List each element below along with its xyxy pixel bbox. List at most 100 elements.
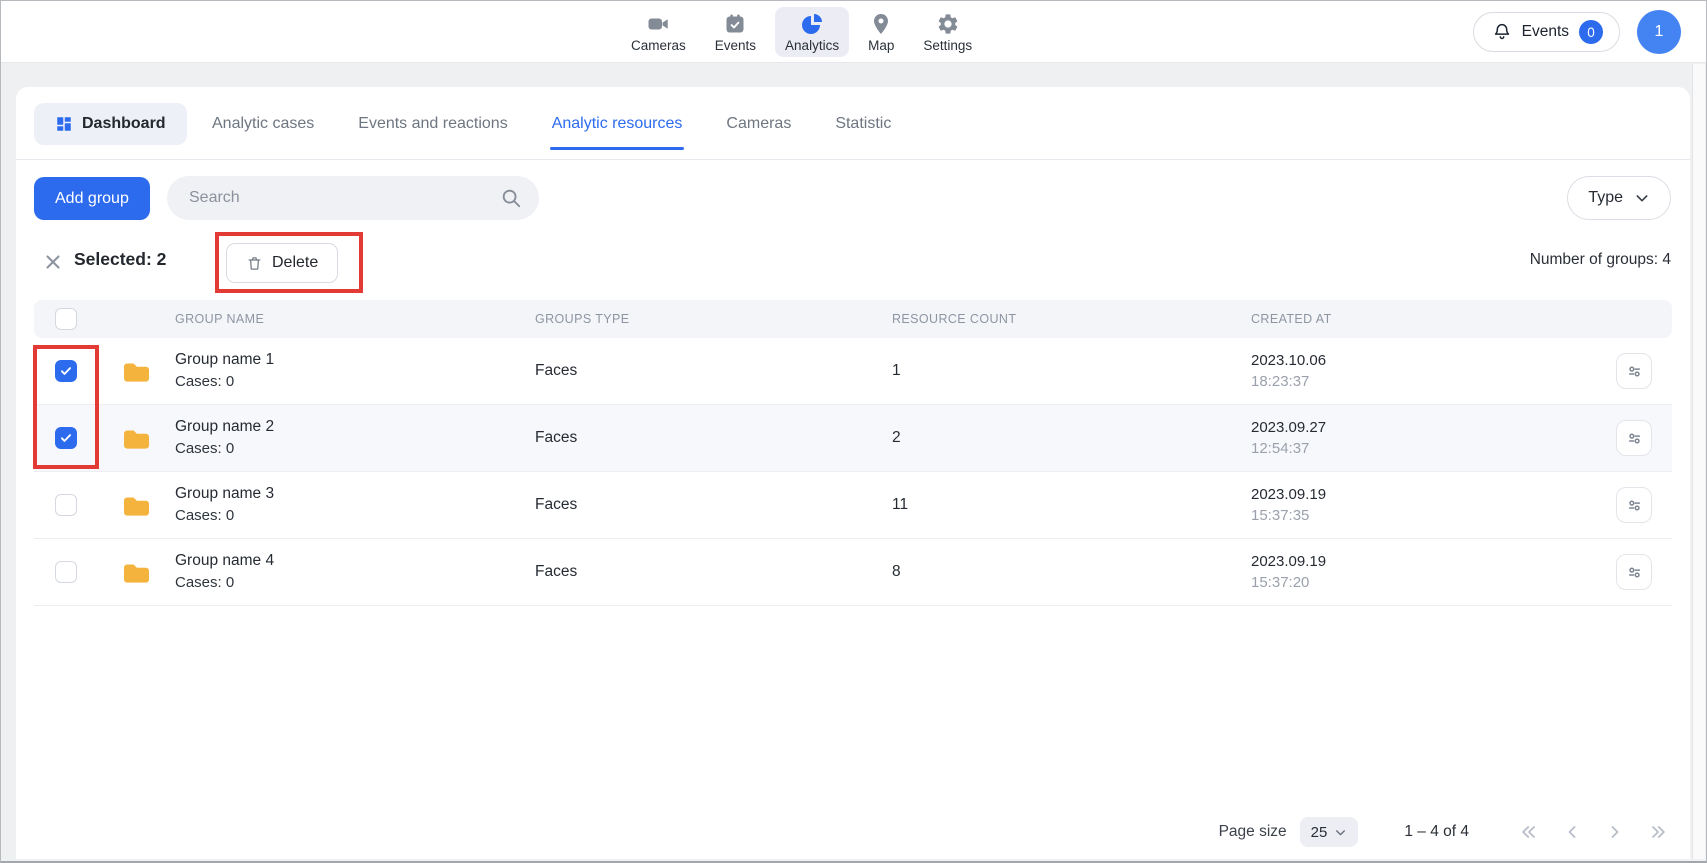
nav-item-analytics[interactable]: Analytics (775, 7, 849, 57)
events-count-badge: 0 (1579, 20, 1603, 44)
search-icon (500, 187, 522, 209)
app-window: Cameras Events Analytics Map Settings Ev… (0, 0, 1707, 863)
group-type: Faces (535, 496, 892, 514)
nav-item-cameras[interactable]: Cameras (621, 7, 696, 57)
dashboard-grid-icon (55, 115, 73, 133)
top-bar: Cameras Events Analytics Map Settings Ev… (1, 1, 1706, 63)
folder-icon (121, 493, 151, 518)
table-row: Group name 3 Cases: 0 Faces 11 2023.09.1… (34, 472, 1672, 539)
vertical-scrollbar[interactable] (1692, 64, 1705, 859)
nav-label: Analytics (785, 38, 839, 53)
sliders-icon (1624, 428, 1645, 449)
nav-item-settings[interactable]: Settings (913, 7, 982, 57)
table-header-row: GROUP NAME GROUPS TYPE RESOURCE COUNT CR… (34, 300, 1672, 338)
trash-icon (246, 255, 263, 272)
nav-label: Map (868, 38, 894, 53)
row-checkbox[interactable] (55, 427, 77, 449)
chevron-down-icon (1334, 826, 1347, 839)
row-settings-button[interactable] (1616, 487, 1652, 523)
folder-icon (121, 359, 151, 384)
events-button-label: Events (1522, 23, 1569, 41)
folder-icon (121, 560, 151, 585)
map-pin-icon (869, 12, 893, 36)
created-date: 2023.09.19 (1251, 484, 1612, 505)
row-settings-button[interactable] (1616, 420, 1652, 456)
table-row: Group name 4 Cases: 0 Faces 8 2023.09.19… (34, 539, 1672, 606)
group-name: Group name 3 (175, 483, 535, 505)
group-type: Faces (535, 362, 892, 380)
resource-count: 11 (892, 496, 1251, 514)
next-page-button[interactable] (1605, 822, 1625, 842)
tab-analytic-resources[interactable]: Analytic resources (552, 115, 683, 133)
nav-label: Settings (923, 38, 972, 53)
dashboard-button-label: Dashboard (82, 115, 166, 133)
group-type: Faces (535, 429, 892, 447)
folder-icon (121, 426, 151, 451)
header-groups-type: GROUPS TYPE (535, 312, 892, 326)
delete-button-label: Delete (272, 254, 318, 272)
tab-events-and-reactions[interactable]: Events and reactions (358, 115, 507, 133)
created-time: 12:54:37 (1251, 438, 1612, 459)
double-chevron-right-icon (1648, 822, 1668, 842)
resource-count: 1 (892, 362, 1251, 380)
page-size-label: Page size (1219, 823, 1287, 841)
group-cases: Cases: 0 (175, 371, 535, 393)
table-row: Group name 1 Cases: 0 Faces 1 2023.10.06… (34, 338, 1672, 405)
type-filter-label: Type (1588, 189, 1623, 207)
sliders-icon (1624, 495, 1645, 516)
created-time: 15:37:35 (1251, 505, 1612, 526)
dashboard-button[interactable]: Dashboard (34, 103, 187, 145)
previous-page-button[interactable] (1562, 822, 1582, 842)
search-input[interactable] (167, 176, 539, 220)
groups-table: GROUP NAME GROUPS TYPE RESOURCE COUNT CR… (34, 300, 1672, 606)
double-chevron-left-icon (1519, 822, 1539, 842)
analytics-pie-icon (800, 12, 824, 36)
row-checkbox[interactable] (55, 494, 77, 516)
select-all-checkbox[interactable] (55, 308, 77, 330)
user-avatar[interactable]: 1 (1637, 10, 1681, 54)
group-cases: Cases: 0 (175, 438, 535, 460)
delete-button[interactable]: Delete (226, 243, 338, 283)
gear-icon (936, 12, 960, 36)
nav-item-events[interactable]: Events (705, 7, 766, 57)
row-settings-button[interactable] (1616, 353, 1652, 389)
check-icon (59, 364, 73, 378)
sliders-icon (1624, 361, 1645, 382)
type-filter-button[interactable]: Type (1567, 176, 1671, 220)
resource-count: 8 (892, 563, 1251, 581)
clear-selection-icon[interactable] (42, 251, 64, 273)
group-type: Faces (535, 563, 892, 581)
tab-cameras[interactable]: Cameras (726, 115, 791, 133)
page-size-value: 25 (1311, 824, 1328, 841)
row-checkbox[interactable] (55, 360, 77, 382)
main-navigation: Cameras Events Analytics Map Settings (621, 7, 982, 57)
events-notifications-button[interactable]: Events 0 (1473, 12, 1620, 52)
resource-count: 2 (892, 429, 1251, 447)
created-date: 2023.10.06 (1251, 350, 1612, 371)
row-checkbox[interactable] (55, 561, 77, 583)
created-date: 2023.09.27 (1251, 417, 1612, 438)
nav-label: Cameras (631, 38, 686, 53)
table-body: Group name 1 Cases: 0 Faces 1 2023.10.06… (34, 338, 1672, 606)
first-page-button[interactable] (1519, 822, 1539, 842)
row-settings-button[interactable] (1616, 554, 1652, 590)
nav-label: Events (715, 38, 756, 53)
chevron-left-icon (1562, 822, 1582, 842)
nav-item-map[interactable]: Map (858, 7, 904, 57)
page-size-select[interactable]: 25 (1300, 817, 1359, 847)
tabs-divider (16, 159, 1690, 160)
add-group-button[interactable]: Add group (34, 177, 150, 220)
check-icon (59, 431, 73, 445)
chevron-down-icon (1634, 190, 1650, 206)
last-page-button[interactable] (1648, 822, 1668, 842)
group-name: Group name 1 (175, 349, 535, 371)
tab-statistic[interactable]: Statistic (835, 115, 891, 133)
pagination-arrows (1519, 822, 1668, 842)
header-resource-count: RESOURCE COUNT (892, 312, 1251, 326)
group-cases: Cases: 0 (175, 505, 535, 527)
tab-analytic-cases[interactable]: Analytic cases (212, 115, 314, 133)
page-range-label: 1 – 4 of 4 (1404, 823, 1469, 841)
group-cases: Cases: 0 (175, 572, 535, 594)
created-date: 2023.09.19 (1251, 551, 1612, 572)
header-created-at: CREATED AT (1251, 312, 1612, 326)
